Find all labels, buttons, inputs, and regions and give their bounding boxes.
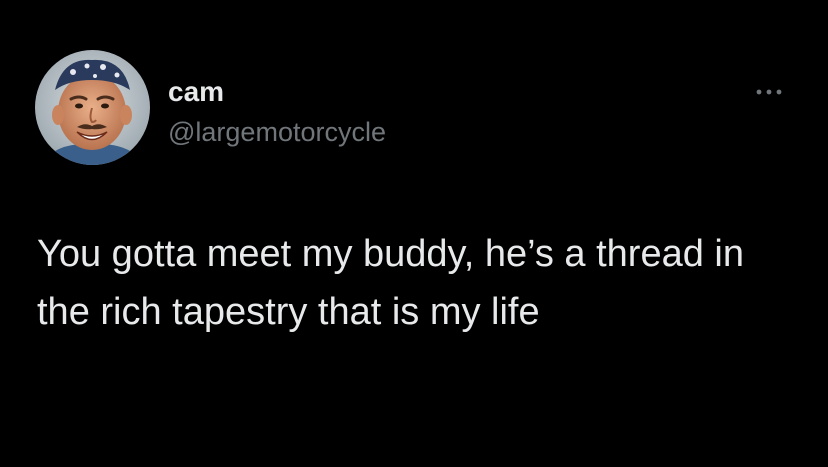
author-avatar[interactable] [35,50,150,165]
more-dots-icon [756,89,782,95]
author-handle[interactable]: @largemotorcycle [168,115,386,149]
author-display-name[interactable]: cam [168,75,224,109]
tweet-text: You gotta meet my buddy, he’s a thread i… [37,233,744,333]
more-options-icon[interactable] [752,80,792,104]
avatar-image [35,50,150,165]
tweet-card[interactable]: cam @largemotorcycle You gotta meet my b… [0,0,828,467]
